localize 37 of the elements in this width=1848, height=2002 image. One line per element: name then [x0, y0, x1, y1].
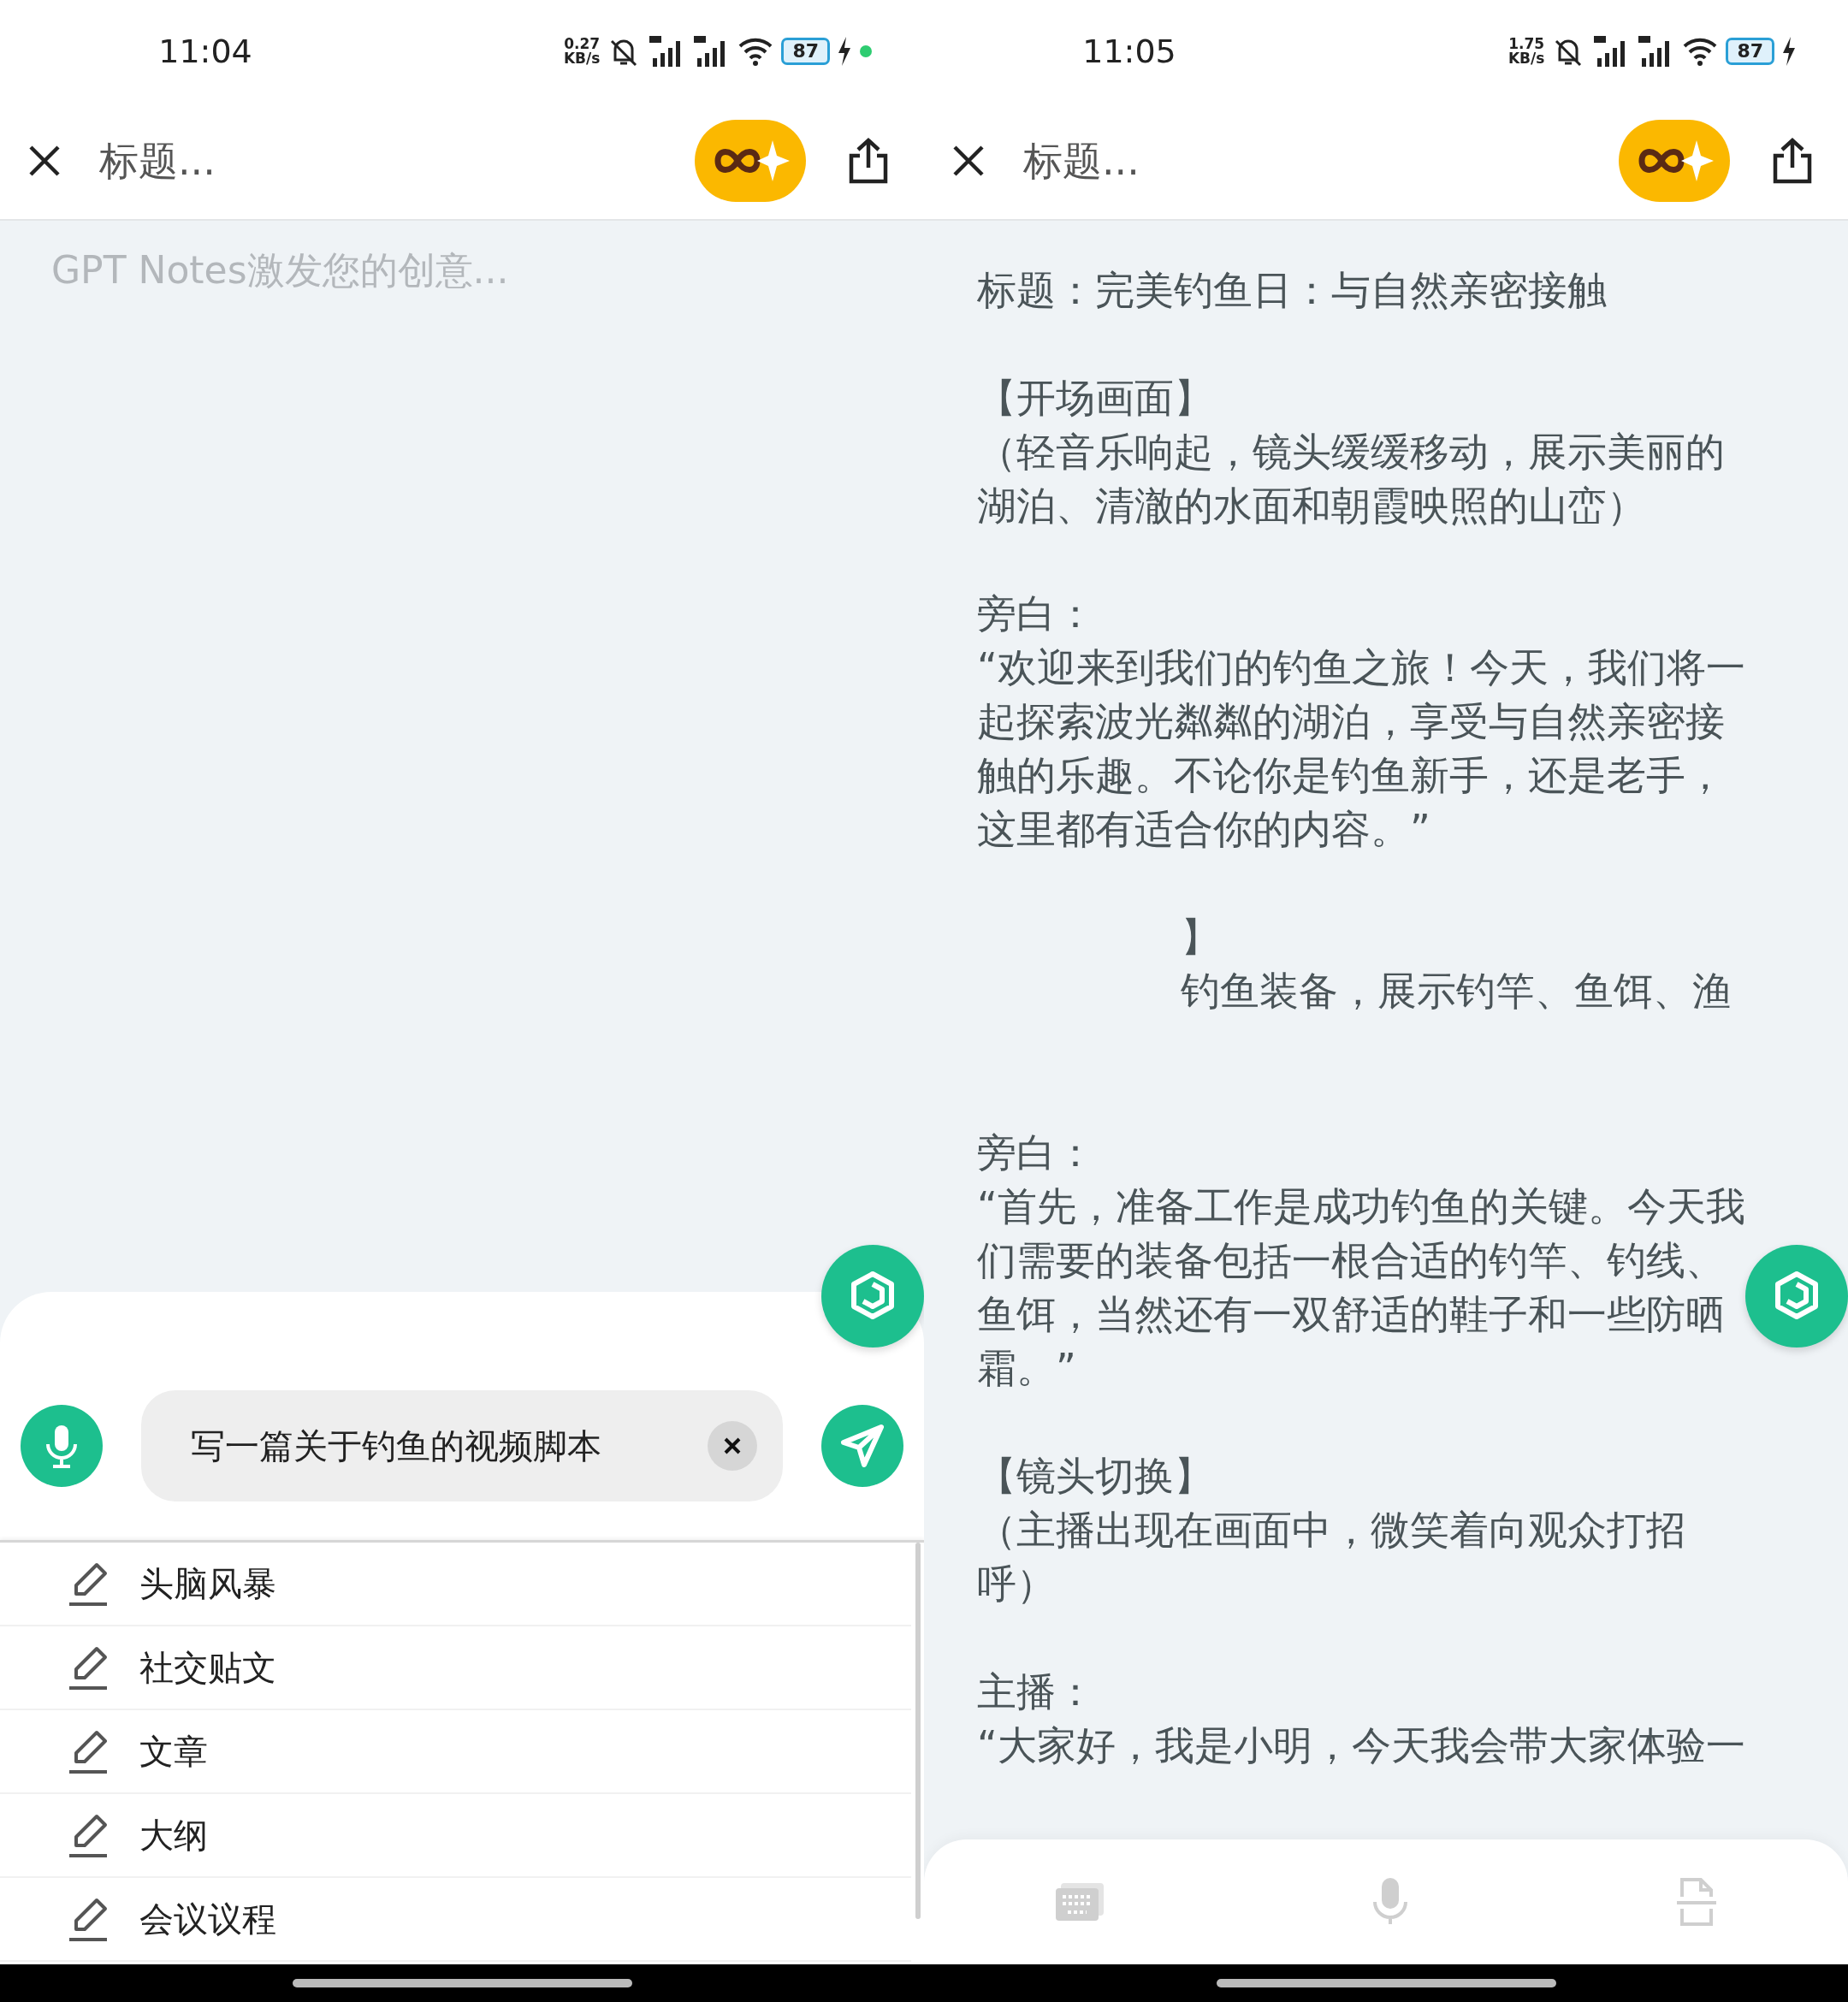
- status-time: 11:04: [157, 31, 253, 72]
- script-paragraph: 旁白： “首先，准备工作是成功钓鱼的关键。今天我 们需要的装备包括一根合适的钓竿、钓线、 鱼饵，当然还有一双舒适的鞋子和一些防晒 霜。”: [977, 1128, 1745, 1393]
- share-button[interactable]: [847, 137, 890, 185]
- status-time: 11:05: [1081, 31, 1177, 72]
- note-editor-field[interactable]: GPT Notes激发您的创意...: [51, 221, 736, 302]
- share-icon: [1771, 137, 1814, 185]
- scan-button[interactable]: [1675, 1876, 1719, 1928]
- keyboard-button[interactable]: [1053, 1881, 1105, 1922]
- script-paragraph: 主播： “大家好，我是小明，今天我会带大家体验一: [977, 1667, 1745, 1770]
- share-icon: [847, 137, 890, 185]
- title-field[interactable]: 标题...: [98, 130, 371, 192]
- title-field[interactable]: 标题...: [1022, 130, 1295, 192]
- document-scan-icon: [1675, 1876, 1719, 1928]
- script-paragraph: 标题：完美钓鱼日：与自然亲密接触: [977, 266, 1607, 315]
- network-speed-value: 0.27: [563, 37, 601, 51]
- keyboard-icon: [1053, 1881, 1105, 1922]
- note-editor-area[interactable]: GPT Notes激发您的创意... 写一篇关于钓鱼的视频脚本 头脑风暴 社交贴文 文章 大纲 会议议程: [0, 221, 924, 1964]
- share-button[interactable]: [1771, 137, 1814, 185]
- suggestion-item[interactable]: 会议议程: [0, 1878, 911, 1962]
- script-paragraph: 【镜头切换】 （主播出现在画面中，微笑着向观众打招 呼）: [977, 1452, 1685, 1608]
- suggestion-item[interactable]: 大纲: [0, 1794, 911, 1878]
- suggestion-item[interactable]: 社交贴文: [0, 1626, 911, 1710]
- suggestion-item[interactable]: 头脑风暴: [0, 1543, 911, 1626]
- script-paragraph: 旁白： “欢迎来到我们的钓鱼之旅！今天，我们将一 起探索波光粼粼的湖泊，享受与自然亲密接 触的乐趣。不论你是钓鱼新手，还是老手， 这里都有适合你的内容。”: [977, 589, 1745, 854]
- charging-icon: [837, 37, 852, 66]
- battery-indicator: 87: [781, 38, 830, 65]
- network-speed-unit: KB/s: [1507, 51, 1545, 66]
- script-paragraph: 】 钓鱼装备，展示钓竿、鱼饵、渔: [1180, 913, 1732, 1016]
- paper-plane-icon: [838, 1422, 886, 1470]
- network-speed-unit: KB/s: [563, 51, 601, 66]
- close-icon: [723, 1436, 742, 1455]
- prompt-field[interactable]: 写一篇关于钓鱼的视频脚本: [141, 1390, 783, 1502]
- prompt-input[interactable]: 写一篇关于钓鱼的视频脚本: [189, 1419, 708, 1472]
- network-speed-value: 1.75: [1507, 37, 1545, 51]
- battery-indicator: 87: [1726, 38, 1774, 65]
- suggestion-item[interactable]: 文章: [0, 1710, 911, 1794]
- script-paragraph: 【开场画面】 （轻音乐响起，镜头缓缓移动，展示美丽的 湖泊、清澈的水面和朝霞映照的山峦）: [977, 374, 1725, 530]
